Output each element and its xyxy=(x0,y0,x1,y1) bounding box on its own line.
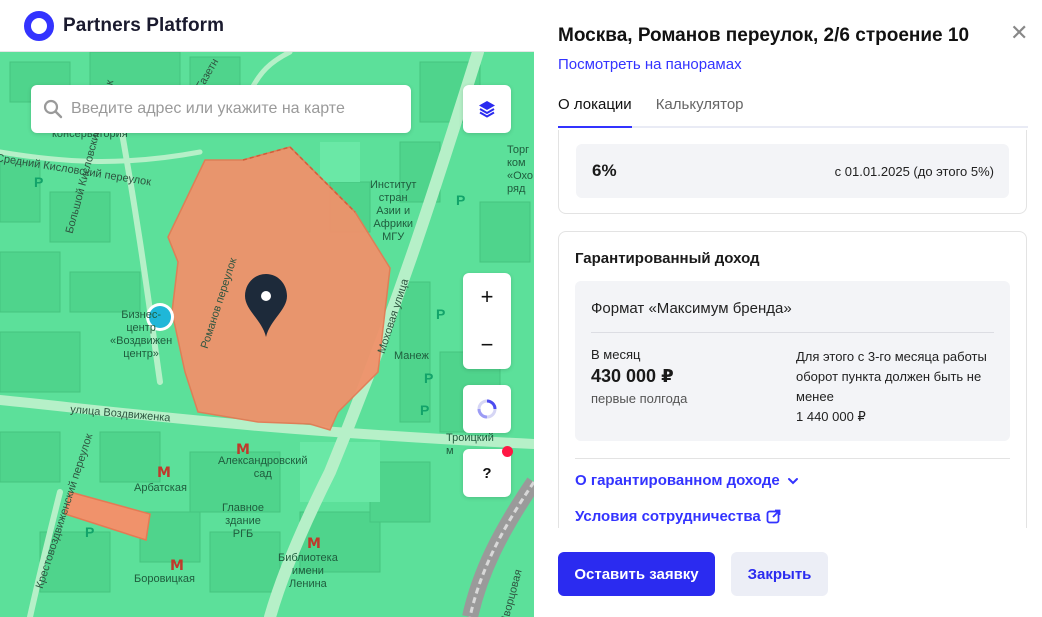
map-label-manezh: Манеж xyxy=(394,350,429,362)
parking-icon: P xyxy=(456,192,466,208)
geolocate-button[interactable] xyxy=(463,385,511,433)
location-panel: Москва, Романов переулок, 2/6 строение 1… xyxy=(534,0,1042,617)
format-box: Формат «Максимум бренда» В месяц 430 000… xyxy=(575,281,1010,441)
income-period: первые полгода xyxy=(591,391,688,406)
income-condition: Для этого с 3-го месяца работы оборот пу… xyxy=(796,349,987,424)
income-amount: 430 000 ₽ xyxy=(591,366,674,386)
divider xyxy=(591,332,994,333)
tab-calculator[interactable]: Калькулятор xyxy=(656,96,744,126)
guaranteed-income-card: Гарантированный доход Формат «Максимум б… xyxy=(558,231,1027,528)
parking-icon: P xyxy=(34,174,44,190)
zoom-out-button[interactable]: − xyxy=(463,321,511,369)
notification-dot xyxy=(502,446,513,457)
loading-ring-icon xyxy=(477,399,497,419)
app-root: Partners Platform M M M M консерватория … xyxy=(0,0,1042,617)
svg-text:M: M xyxy=(307,536,321,552)
map-label-alexander-garden: Александровский сад xyxy=(218,455,308,480)
map-label-lenin-library: Библиотека имени Ленина xyxy=(278,552,338,590)
rate-value: 6% xyxy=(592,161,617,180)
terms-label: Условия сотрудничества xyxy=(575,508,761,525)
map-label-arbatskaya: Арбатская xyxy=(134,482,187,494)
map-view[interactable]: M M M M консерватория Средний Кисловский… xyxy=(0,52,534,617)
brand-name: Partners Platform xyxy=(63,14,225,36)
guaranteed-income-title: Гарантированный доход xyxy=(575,250,760,267)
map-search[interactable] xyxy=(31,85,411,133)
panel-footer: Оставить заявку Закрыть xyxy=(534,528,1042,617)
tab-location[interactable]: О локации xyxy=(558,96,632,128)
close-button[interactable]: Закрыть xyxy=(731,552,828,596)
map-label-borovitskaya: Боровицкая xyxy=(134,573,195,585)
app-header: Partners Platform xyxy=(0,0,534,52)
zoom-in-button[interactable]: + xyxy=(463,273,511,321)
map-label-trade: Торг ком «Охо ряд xyxy=(507,144,534,195)
format-title: Формат «Максимум бренда» xyxy=(591,300,792,317)
divider xyxy=(575,458,1010,459)
submit-application-button[interactable]: Оставить заявку xyxy=(558,552,715,596)
search-input[interactable] xyxy=(71,100,391,118)
layers-button[interactable] xyxy=(463,85,511,133)
rate-note: с 01.01.2025 (до этого 5%) xyxy=(834,164,994,179)
panorama-link[interactable]: Посмотреть на панорамах xyxy=(558,56,742,73)
svg-text:M: M xyxy=(170,558,184,574)
layers-icon xyxy=(479,101,495,118)
parking-icon: P xyxy=(85,524,95,540)
zoom-control: + − xyxy=(463,273,511,369)
rate-card: 6% с 01.01.2025 (до этого 5%) xyxy=(558,130,1027,214)
search-icon xyxy=(43,99,63,119)
terms-link[interactable]: Условия сотрудничества xyxy=(575,508,781,525)
about-income-label: О гарантированном доходе xyxy=(575,472,780,489)
map-label-institute: Институт стран Азии и Африки МГУ xyxy=(370,179,417,243)
per-month-label: В месяц xyxy=(591,347,641,362)
parking-icon: P xyxy=(424,370,434,386)
panel-title: Москва, Романов переулок, 2/6 строение 1… xyxy=(558,25,970,46)
parking-icon: P xyxy=(420,402,430,418)
about-income-link[interactable]: О гарантированном доходе xyxy=(575,472,800,489)
panel-tabs: О локации Калькулятор xyxy=(558,96,1028,128)
svg-text:M: M xyxy=(157,465,171,481)
external-link-icon xyxy=(766,509,781,524)
parking-icon: P xyxy=(436,306,446,322)
brand-logo-icon xyxy=(24,10,54,41)
map-label-business-center: Бизнес- центр «Воздвижен центр» xyxy=(110,309,173,360)
panel-scroll-area[interactable]: 6% с 01.01.2025 (до этого 5%) Гарантиров… xyxy=(558,130,1028,528)
map-label-rgb: Главное здание РГБ xyxy=(222,502,265,540)
chevron-down-icon xyxy=(787,477,798,484)
rate-box: 6% с 01.01.2025 (до этого 5%) xyxy=(576,144,1009,198)
close-icon[interactable]: ✕ xyxy=(1010,20,1028,46)
